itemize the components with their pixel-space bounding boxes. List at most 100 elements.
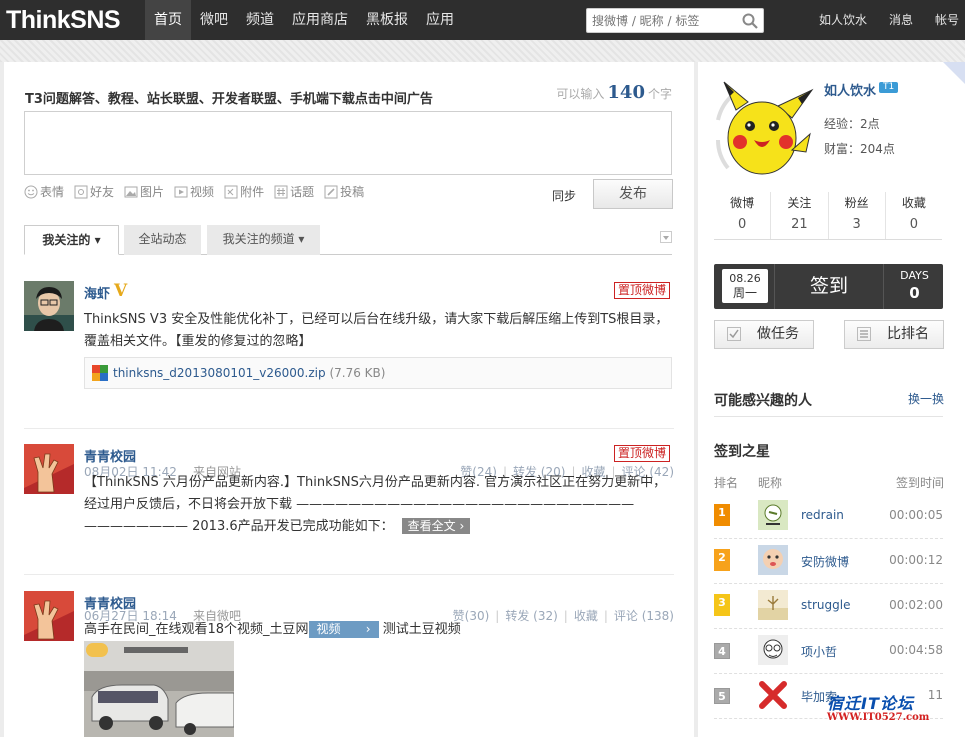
main-nav: 首页 微吧 频道 应用商店 黑板报 应用: [145, 0, 463, 40]
chevron-down-icon: ▾: [298, 232, 305, 246]
tool-attach[interactable]: 附件: [224, 183, 264, 200]
rank-button[interactable]: 比排名: [844, 320, 944, 349]
read-more-button[interactable]: 查看全文 ›: [401, 518, 471, 534]
search-input[interactable]: [587, 9, 737, 32]
tool-topic-label: 话题: [290, 185, 315, 199]
stat-label: 关注: [787, 196, 812, 210]
stat-value: 0: [737, 217, 747, 232]
profile-exp: 经验：2点: [824, 117, 880, 131]
rank-username[interactable]: 项小哲: [801, 643, 837, 660]
feed-content-line: 【ThinkSNS 六月份产品更新内容.】ThinkSNS六月份产品更新内容. …: [84, 475, 667, 512]
tool-image-label: 图片: [140, 185, 165, 199]
rank-button-label: 比排名: [887, 326, 929, 342]
checkbox-icon: [727, 327, 741, 341]
tool-image[interactable]: 图片: [124, 183, 164, 200]
feed-username[interactable]: 海虾: [84, 283, 110, 302]
tab-all-label: 全站动态: [138, 232, 187, 246]
publish-button[interactable]: 发布: [593, 179, 673, 209]
sync-label[interactable]: 同步: [552, 187, 576, 204]
nav-app-store[interactable]: 应用商店: [283, 0, 357, 40]
avatar[interactable]: [758, 500, 788, 530]
video-tag[interactable]: 视频 ›: [308, 621, 379, 638]
logo[interactable]: ThinkSNS: [6, 6, 121, 35]
tool-friend-label: 好友: [90, 185, 115, 199]
corner-fold-icon: [943, 62, 965, 84]
verified-badge: V: [114, 281, 128, 301]
at-icon: [74, 185, 88, 198]
top-user-link[interactable]: 如人饮水: [819, 0, 867, 40]
divider: [714, 416, 943, 417]
feed-video-desc: 测试土豆视频: [382, 622, 461, 637]
tool-submit-label: 投稿: [340, 185, 365, 199]
tab-channels-label: 我关注的频道: [222, 232, 295, 246]
composer-title[interactable]: T3问题解答、教程、站长联盟、开发者联盟、手机端下载点击中间广告: [25, 88, 433, 107]
nav-weiba[interactable]: 微吧: [191, 0, 237, 40]
rank-time: 00:00:05: [889, 508, 943, 522]
task-button[interactable]: 做任务: [714, 320, 814, 349]
tool-video[interactable]: 视频: [174, 183, 214, 200]
col-time: 签到时间: [895, 476, 944, 490]
attachment[interactable]: thinksns_d2013080101_v26000.zip (7.76 KB…: [84, 357, 672, 389]
feed-username[interactable]: 青青校园: [84, 446, 136, 465]
refresh-link[interactable]: 换一换: [908, 390, 944, 407]
rank-badge: 2: [714, 549, 730, 571]
tool-friend[interactable]: 好友: [74, 183, 114, 200]
checkin-days: DAYS 0: [886, 269, 943, 302]
top-messages-link[interactable]: 消息: [889, 0, 913, 40]
search-icon[interactable]: [742, 13, 758, 29]
top-account-link[interactable]: 帐号: [935, 0, 959, 40]
attachment-name[interactable]: thinksns_d2013080101_v26000.zip: [113, 366, 326, 380]
collapse-icon[interactable]: [660, 231, 672, 243]
avatar[interactable]: [24, 591, 74, 641]
col-rank: 排名: [714, 476, 739, 490]
stars-title: 签到之星: [714, 444, 770, 460]
nav-blackboard[interactable]: 黑板报: [357, 0, 417, 40]
nav-apps[interactable]: 应用: [417, 0, 463, 40]
tool-topic[interactable]: 话题: [274, 183, 314, 200]
video-thumbnail[interactable]: [84, 641, 234, 737]
list-item: 2 安防微博 00:00:12: [714, 539, 943, 584]
watermark-url: WWW.IT0527.com: [827, 712, 930, 723]
avatar[interactable]: [24, 444, 74, 494]
tool-submit[interactable]: 投稿: [324, 183, 364, 200]
emoji-icon: [24, 185, 38, 198]
feed-video-title[interactable]: 高手在民间_在线观看18个视频_土豆网: [84, 622, 309, 637]
nav-home[interactable]: 首页: [145, 0, 191, 40]
top-bar: ThinkSNS 首页 微吧 频道 应用商店 黑板报 应用 如人饮水 消息 帐号: [0, 0, 965, 40]
rank-username[interactable]: 安防微博: [801, 553, 849, 570]
composer-textarea[interactable]: [24, 111, 672, 175]
stat-weibo[interactable]: 微博 0: [714, 192, 772, 239]
stat-fans[interactable]: 粉丝 3: [829, 192, 886, 239]
rank-username[interactable]: struggle: [801, 598, 850, 612]
stat-following[interactable]: 关注 21: [771, 192, 829, 239]
avatar[interactable]: [24, 281, 74, 331]
attachment-icon: [224, 185, 238, 198]
tab-channels[interactable]: 我关注的频道 ▾: [207, 225, 320, 255]
profile-name[interactable]: 如人饮水: [824, 80, 876, 99]
stat-value: 21: [791, 217, 808, 232]
feed-content: 【ThinkSNS 六月份产品更新内容.】ThinkSNS六月份产品更新内容. …: [84, 472, 674, 538]
avatar[interactable]: [758, 590, 788, 620]
pinned-badge: 置顶微博: [613, 445, 670, 462]
feed-tabs: 我关注的 ▾ 全站动态 我关注的频道 ▾: [24, 225, 672, 255]
stat-value: 0: [909, 217, 919, 232]
tab-following[interactable]: 我关注的 ▾: [24, 225, 119, 255]
tab-all[interactable]: 全站动态: [124, 225, 201, 255]
list-item: 1 redrain 00:00:05: [714, 494, 943, 539]
avatar[interactable]: [758, 680, 788, 710]
feed-username[interactable]: 青青校园: [84, 593, 136, 612]
avatar[interactable]: [758, 635, 788, 665]
rank-username[interactable]: redrain: [801, 508, 844, 522]
profile-avatar[interactable]: [714, 80, 814, 180]
sidebar: 如人饮水 T1 经验：2点 财富：204点 微博 0 关注 21 粉丝 3 收藏 0 0…: [698, 62, 965, 737]
avatar[interactable]: [758, 545, 788, 575]
chevron-right-icon: ›: [365, 622, 371, 636]
nav-channel[interactable]: 频道: [237, 0, 283, 40]
watermark: 宿迁IT论坛 WWW.IT0527.com: [827, 690, 965, 723]
checkin-button[interactable]: 签到: [774, 264, 884, 309]
zip-file-icon: [92, 365, 108, 381]
stat-favorites[interactable]: 收藏 0: [886, 192, 942, 239]
image-icon: [124, 186, 138, 197]
tool-emoji[interactable]: 表情: [24, 183, 64, 200]
counter-value: 140: [607, 82, 645, 103]
